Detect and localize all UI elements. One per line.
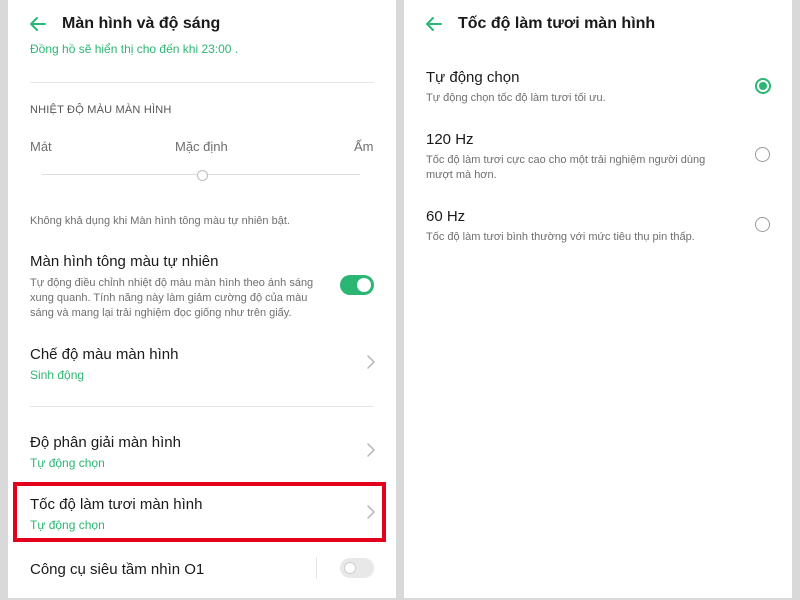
option-60hz-title[interactable]: 60 Hz	[426, 208, 465, 225]
label-default: Mặc định	[175, 139, 228, 154]
section-label-color-temp: NHIỆT ĐỘ MÀU MÀN HÌNH	[30, 104, 172, 116]
arrow-left-icon[interactable]	[28, 14, 48, 34]
chevron-right-icon	[367, 355, 375, 369]
option-60hz-desc: Tốc độ làm tươi bình thường với mức tiêu…	[426, 231, 695, 243]
page-title: Màn hình và độ sáng	[62, 15, 221, 32]
color-mode-value: Sinh động	[30, 368, 85, 382]
divider	[30, 406, 374, 407]
chevron-right-icon	[367, 443, 375, 457]
o1-tool-title: Công cụ siêu tầm nhìn O1	[30, 561, 205, 578]
separator	[316, 557, 317, 579]
resolution-value: Tự động chọn	[30, 456, 105, 470]
radio-auto-selected[interactable]	[755, 78, 771, 94]
natural-tone-toggle[interactable]	[340, 275, 374, 295]
natural-tone-desc-1: Tự động điều chỉnh nhiệt độ màu màn hình…	[30, 277, 314, 289]
option-auto-desc: Tự động chọn tốc độ làm tươi tối ưu.	[426, 92, 606, 104]
option-120hz-desc-1: Tốc độ làm tươi cực cao cho một trải ngh…	[426, 154, 706, 166]
label-warm: Ấm	[354, 139, 374, 154]
option-120hz-title[interactable]: 120 Hz	[426, 131, 474, 148]
refresh-rate-highlight-box	[13, 482, 386, 542]
radio-120hz[interactable]	[755, 147, 770, 162]
display-brightness-panel: Màn hình và độ sáng Đồng hồ sẽ hiển thị …	[8, 0, 396, 598]
refresh-rate-panel: Tốc độ làm tươi màn hình Tự động chọn Tự…	[404, 0, 792, 598]
arrow-left-icon[interactable]	[424, 14, 444, 34]
color-mode-title[interactable]: Chế độ màu màn hình	[30, 346, 178, 363]
natural-tone-title: Màn hình tông màu tự nhiên	[30, 253, 219, 270]
resolution-title[interactable]: Độ phân giải màn hình	[30, 434, 181, 451]
o1-tool-toggle[interactable]	[340, 558, 374, 578]
divider	[30, 82, 374, 83]
natural-tone-desc-2: xung quanh. Tính năng này làm giảm cường…	[30, 292, 308, 304]
page-title: Tốc độ làm tươi màn hình	[458, 15, 656, 32]
option-auto-title[interactable]: Tự động chọn	[426, 69, 519, 86]
radio-60hz[interactable]	[755, 217, 770, 232]
option-120hz-desc-2: mượt mà hơn.	[426, 169, 497, 181]
color-temp-slider-thumb[interactable]	[197, 170, 208, 181]
unavailable-note: Không khả dụng khi Màn hình tông màu tự …	[30, 215, 290, 227]
natural-tone-desc-3: sáng và mang lại trải nghiệm đọc giống n…	[30, 307, 292, 319]
label-cool: Mát	[30, 139, 52, 154]
clock-note: Đồng hồ sẽ hiển thị cho đến khi 23:00 .	[30, 42, 239, 56]
